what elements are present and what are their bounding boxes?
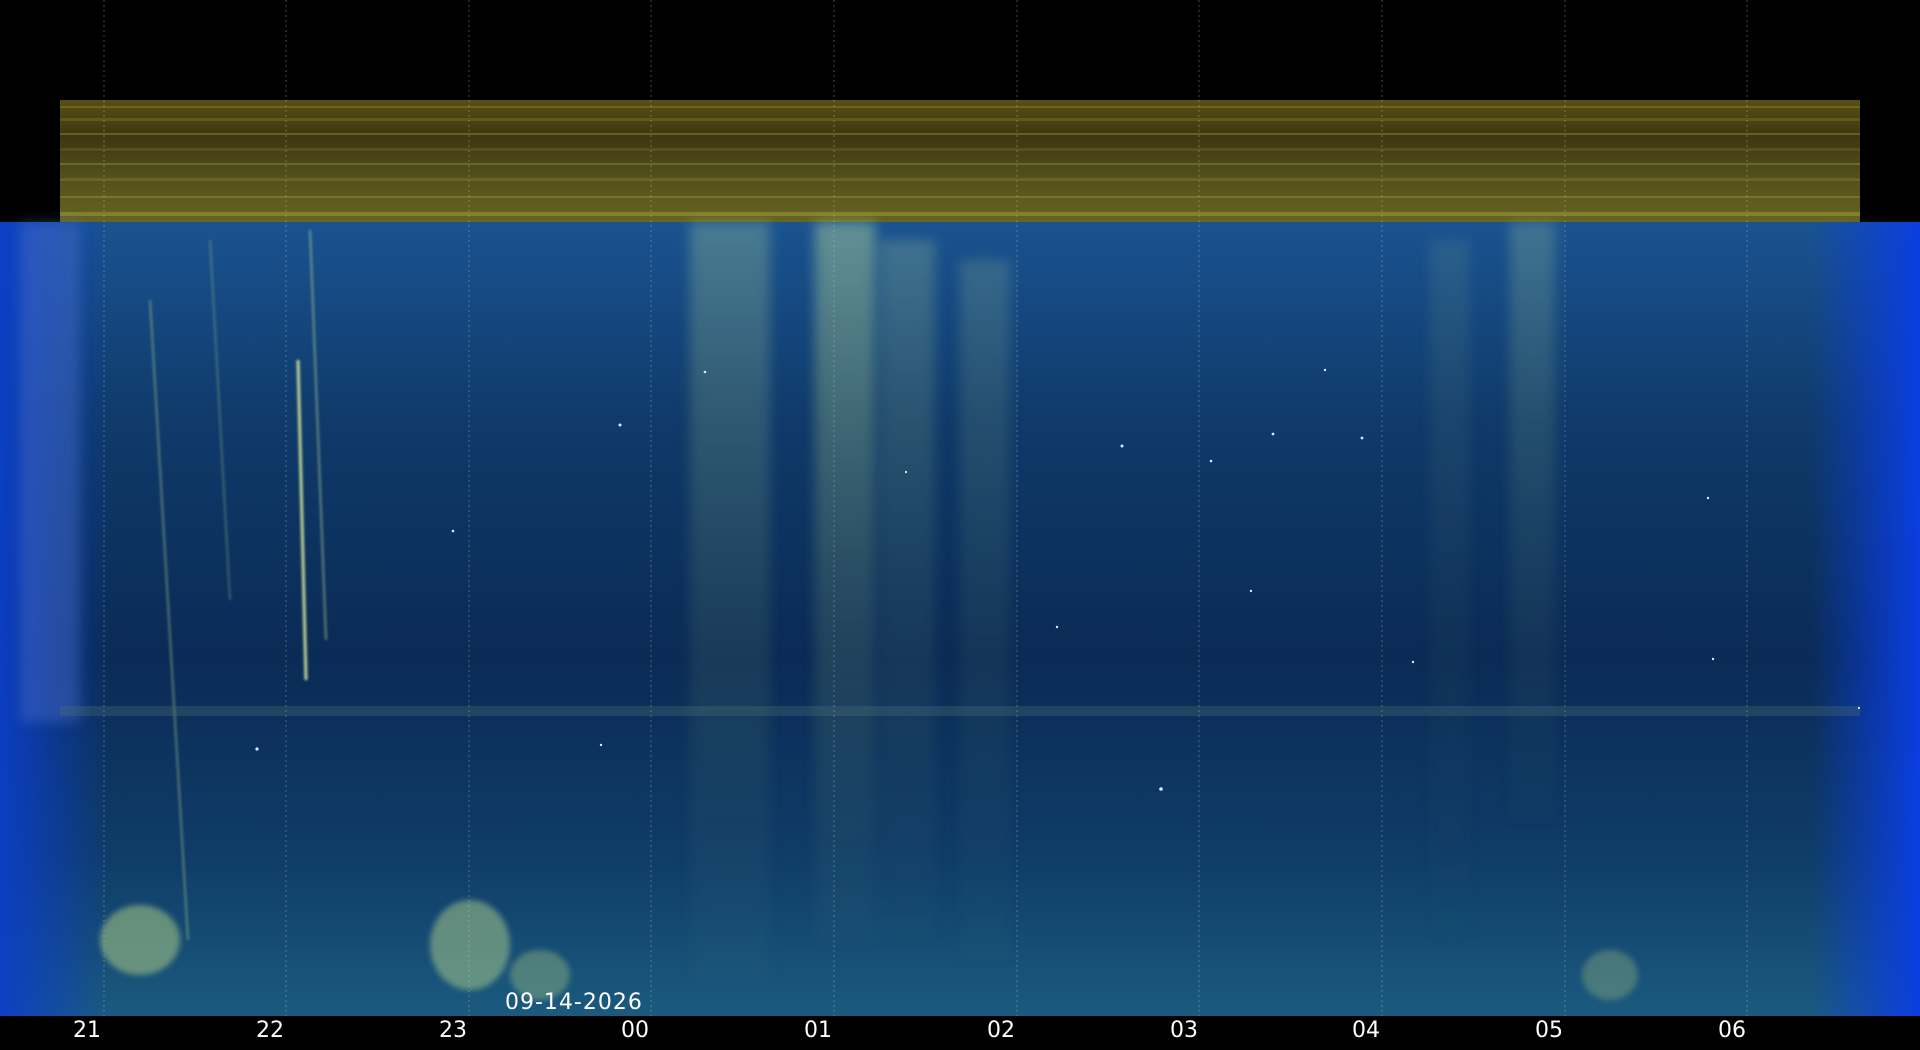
hour-label: 04 — [1352, 1018, 1380, 1043]
hour-label: 22 — [256, 1018, 284, 1043]
hour-label: 23 — [439, 1018, 467, 1043]
hour-label: 05 — [1535, 1018, 1563, 1043]
hour-label: 00 — [621, 1018, 649, 1043]
hour-label: 03 — [1170, 1018, 1198, 1043]
hour-label: 06 — [1718, 1018, 1746, 1043]
hour-label: 01 — [804, 1018, 832, 1043]
hour-label: 02 — [987, 1018, 1015, 1043]
time-axis: 21 22 23 00 01 02 03 04 05 06 — [0, 1016, 1920, 1050]
keogram-image — [0, 0, 1920, 1050]
hour-label: 21 — [73, 1018, 101, 1043]
date-label: 09-14-2026 — [505, 990, 643, 1015]
